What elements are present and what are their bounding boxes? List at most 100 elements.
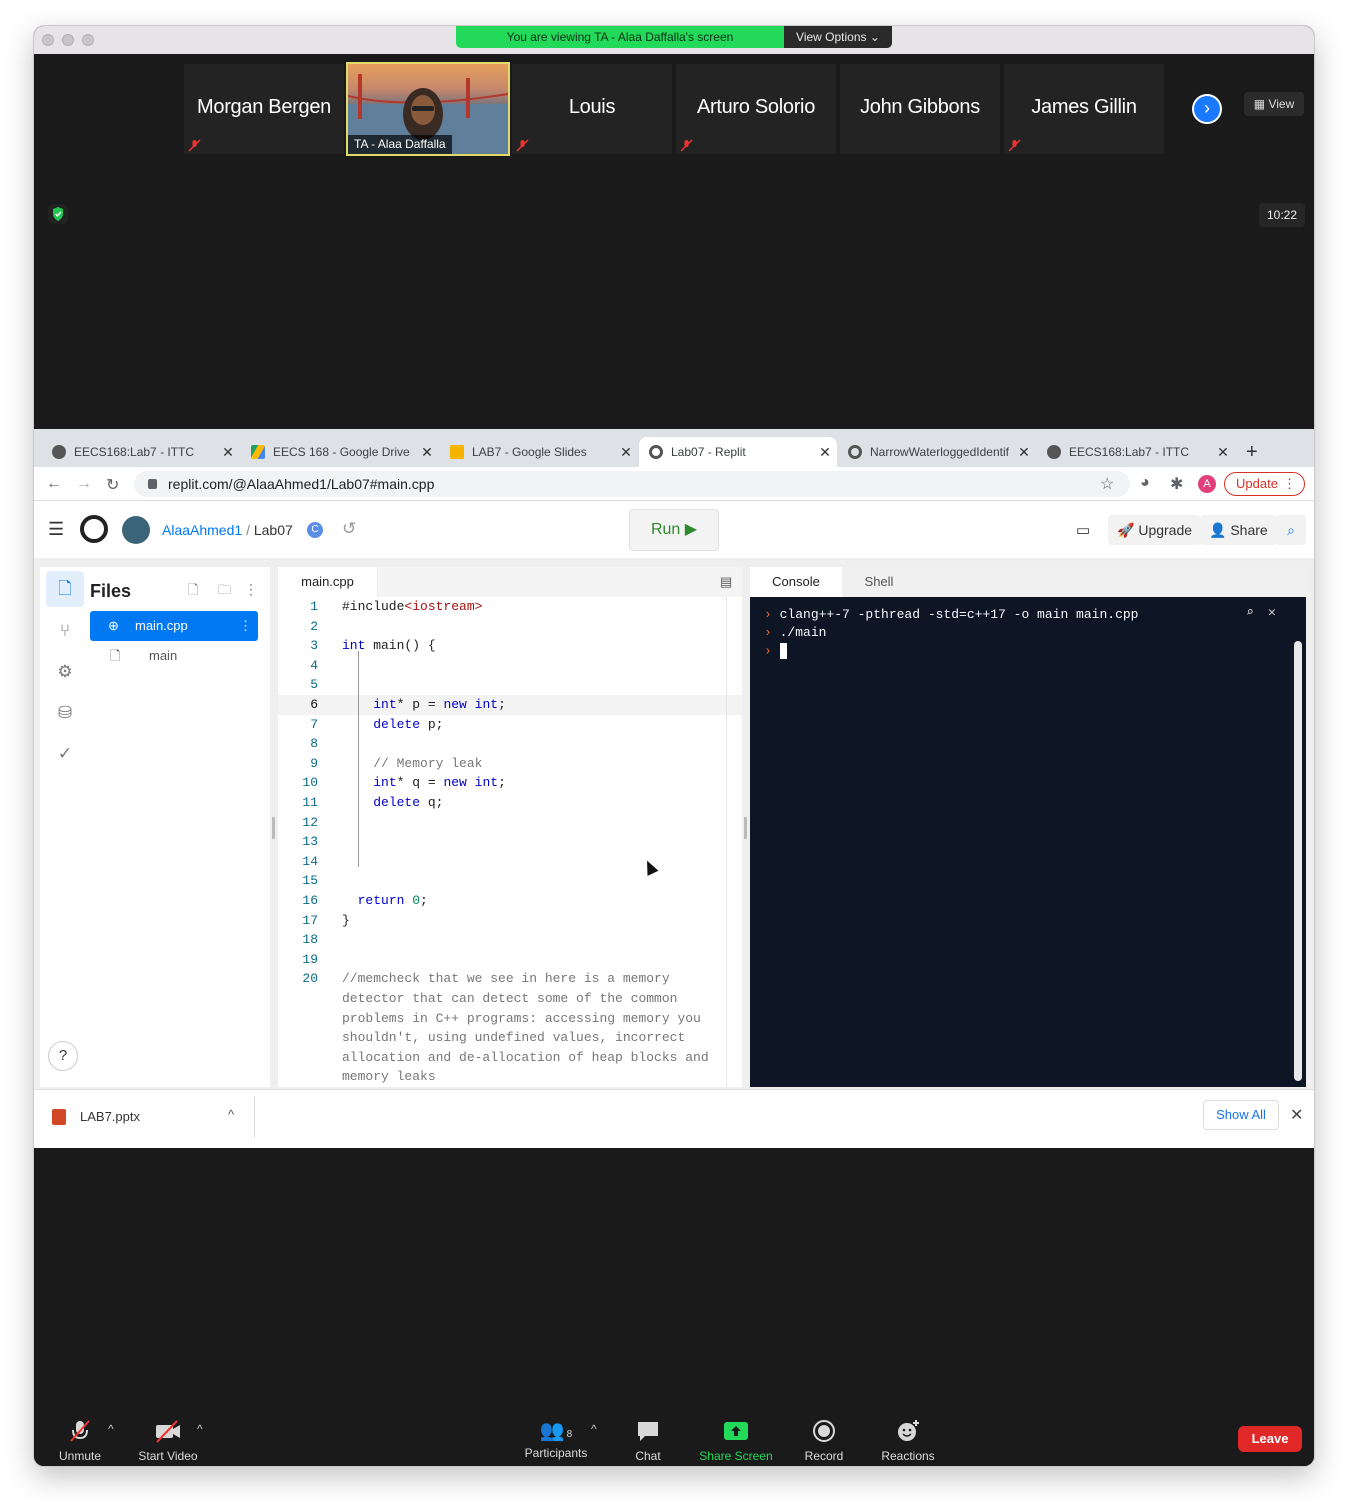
- editor-tab-main-cpp[interactable]: main.cpp: [278, 567, 378, 597]
- browser-tab-active[interactable]: Lab07 - Replit ✕: [639, 437, 837, 467]
- code-line[interactable]: 17}: [278, 911, 349, 931]
- console-clear-icon[interactable]: ✕: [1268, 605, 1276, 620]
- repl-name[interactable]: Lab07: [254, 522, 293, 538]
- file-item-main-cpp[interactable]: ⊕ main.cpp ⋮: [90, 611, 258, 641]
- reactions-button[interactable]: Reactions: [866, 1418, 950, 1463]
- files-more-icon[interactable]: ⋮: [244, 581, 258, 598]
- terminal[interactable]: › clang++-7 -pthread -std=c++17 -o main …: [750, 597, 1306, 1087]
- code-line[interactable]: 9 // Memory leak: [278, 754, 482, 774]
- console-scrollbar[interactable]: [1294, 641, 1302, 1081]
- video-options-chevron-icon[interactable]: ^: [197, 1422, 203, 1436]
- tab-console[interactable]: Console: [750, 567, 842, 597]
- share-button[interactable]: 👤 Share: [1200, 515, 1277, 545]
- feedback-icon[interactable]: ▭: [1076, 521, 1090, 539]
- reload-icon[interactable]: ↻: [106, 475, 119, 495]
- search-icon[interactable]: ⌕: [1276, 515, 1306, 545]
- next-page-icon[interactable]: ›: [1192, 94, 1222, 124]
- code-line[interactable]: 7 delete p;: [278, 715, 443, 735]
- history-icon[interactable]: ↺: [342, 519, 356, 539]
- code-line[interactable]: 12: [278, 813, 318, 833]
- participants-chevron-icon[interactable]: ^: [591, 1422, 597, 1436]
- code-line[interactable]: 4: [278, 656, 318, 676]
- browser-tab[interactable]: NarrowWaterloggedIdentif ✕: [838, 437, 1036, 467]
- forward-icon[interactable]: →: [76, 475, 92, 493]
- maximize-window-button[interactable]: [82, 34, 94, 46]
- replit-logo[interactable]: [80, 515, 108, 543]
- format-icon[interactable]: ▤: [720, 574, 732, 590]
- checkmark-icon[interactable]: ✓: [46, 736, 84, 772]
- run-button[interactable]: Run ▶: [629, 509, 719, 551]
- chat-button[interactable]: Chat: [606, 1418, 690, 1463]
- code-line[interactable]: 3 int main() {: [278, 636, 435, 656]
- browser-tab[interactable]: EECS168:Lab7 - ITTC ✕: [1037, 437, 1235, 467]
- new-folder-icon[interactable]: 🗀: [218, 581, 231, 603]
- code-line[interactable]: 2: [278, 617, 318, 637]
- participant-tile[interactable]: James Gillin: [1004, 64, 1164, 154]
- extension-icon[interactable]: ◕: [1140, 474, 1150, 492]
- database-icon[interactable]: ⛁: [46, 695, 84, 731]
- code-line[interactable]: 10 int* q = new int;: [278, 773, 505, 793]
- bookmark-star-icon[interactable]: ☆: [1100, 474, 1114, 494]
- url-field[interactable]: replit.com/@AlaaAhmed1/Lab07#main.cpp: [134, 471, 1130, 497]
- new-file-icon[interactable]: 🗋: [188, 581, 198, 603]
- update-button[interactable]: Update ⋮: [1224, 472, 1305, 496]
- file-item-main[interactable]: 🗋 main: [90, 641, 258, 671]
- puzzle-icon[interactable]: ✱: [1170, 474, 1183, 494]
- files-icon[interactable]: 🗋: [46, 571, 84, 607]
- browser-tab[interactable]: LAB7 - Google Slides ✕: [440, 437, 638, 467]
- close-downloads-icon[interactable]: ✕: [1290, 1105, 1303, 1125]
- code-line[interactable]: 1 #include<iostream>: [278, 597, 482, 617]
- show-all-button[interactable]: Show All: [1203, 1100, 1279, 1130]
- tab-shell[interactable]: Shell: [842, 567, 916, 597]
- participant-tile[interactable]: Morgan Bergen: [184, 64, 344, 154]
- help-button[interactable]: ?: [48, 1041, 78, 1071]
- view-options-button[interactable]: View Options ⌄: [784, 26, 892, 48]
- audio-options-chevron-icon[interactable]: ^: [108, 1422, 114, 1436]
- code-line[interactable]: 20 //memcheck that we see in here is a me…: [278, 969, 669, 989]
- share-screen-button[interactable]: Share Screen: [694, 1418, 778, 1463]
- download-filename[interactable]: LAB7.pptx: [80, 1109, 140, 1124]
- resize-handle[interactable]: [744, 817, 747, 839]
- participants-button[interactable]: 👥 8 Participants: [514, 1418, 598, 1460]
- participant-tile[interactable]: Louis: [512, 64, 672, 154]
- close-tab-icon[interactable]: ✕: [415, 444, 439, 461]
- close-tab-icon[interactable]: ✕: [813, 444, 837, 461]
- code-line[interactable]: 16 return 0;: [278, 891, 427, 911]
- code-line[interactable]: 5: [278, 675, 318, 695]
- code-line[interactable]: 6 int* p = new int;: [278, 695, 506, 715]
- participant-tile-active-video[interactable]: TA - Alaa Daffalla: [346, 62, 510, 156]
- close-tab-icon[interactable]: ✕: [614, 444, 638, 461]
- code-line[interactable]: 18: [278, 930, 318, 950]
- code-line[interactable]: 8: [278, 734, 318, 754]
- close-window-button[interactable]: [42, 34, 54, 46]
- security-shield-icon[interactable]: [48, 204, 68, 224]
- code-line[interactable]: 13: [278, 832, 318, 852]
- record-button[interactable]: Record: [782, 1418, 866, 1463]
- close-tab-icon[interactable]: ✕: [1211, 444, 1235, 461]
- console-search-icon[interactable]: ⌕: [1246, 605, 1254, 620]
- file-more-icon[interactable]: ⋮: [239, 611, 252, 641]
- username-link[interactable]: AlaaAhmed1: [162, 522, 242, 538]
- settings-gear-icon[interactable]: ⚙: [46, 654, 84, 690]
- browser-tab[interactable]: EECS168:Lab7 - ITTC ✕: [42, 437, 240, 467]
- leave-button[interactable]: Leave: [1238, 1426, 1302, 1452]
- user-avatar[interactable]: [122, 516, 150, 544]
- editor-scrollbar[interactable]: [726, 597, 742, 1087]
- participant-tile[interactable]: John Gibbons: [840, 64, 1000, 154]
- profile-avatar[interactable]: A: [1198, 475, 1216, 493]
- code-line[interactable]: 15: [278, 871, 318, 891]
- code-line[interactable]: 11 delete q;: [278, 793, 443, 813]
- participant-tile[interactable]: Arturo Solorio: [676, 64, 836, 154]
- upgrade-button[interactable]: 🚀 Upgrade: [1108, 515, 1202, 545]
- chevron-up-icon[interactable]: ^: [228, 1107, 234, 1122]
- resize-handle[interactable]: [272, 817, 275, 839]
- back-icon[interactable]: ←: [46, 475, 62, 493]
- new-tab-icon[interactable]: +: [1246, 441, 1258, 464]
- browser-tab[interactable]: EECS 168 - Google Drive ✕: [241, 437, 439, 467]
- version-control-icon[interactable]: ⑂: [46, 613, 84, 649]
- code-line[interactable]: 14: [278, 852, 318, 872]
- close-tab-icon[interactable]: ✕: [216, 444, 240, 461]
- view-button[interactable]: ▦ View: [1244, 92, 1304, 116]
- code-line[interactable]: 19: [278, 950, 318, 970]
- close-tab-icon[interactable]: ✕: [1012, 444, 1036, 461]
